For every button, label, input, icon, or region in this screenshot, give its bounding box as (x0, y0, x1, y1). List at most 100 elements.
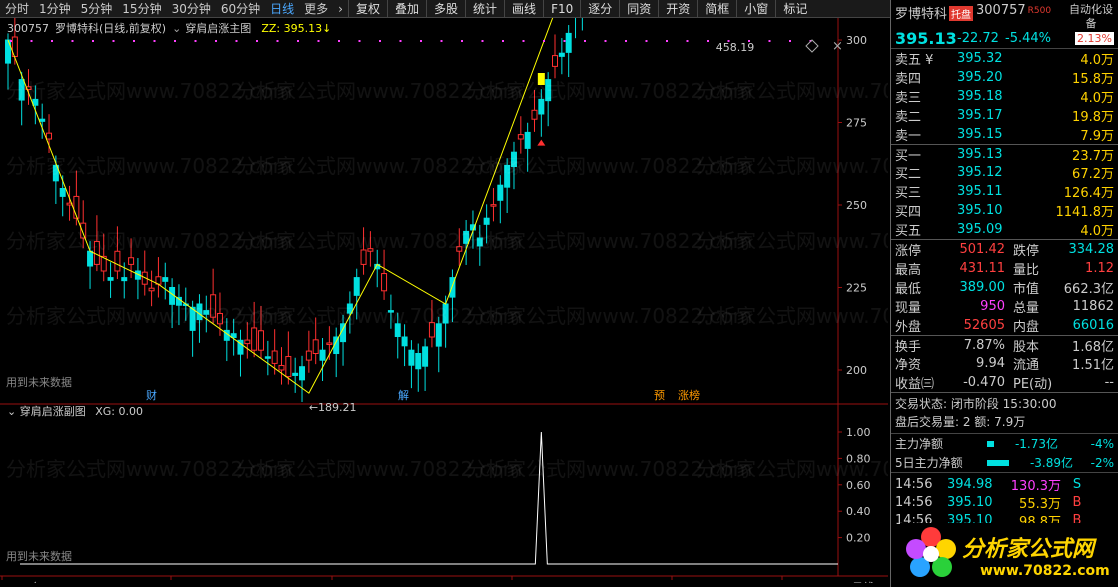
candle-body[interactable] (326, 342, 333, 345)
candle-body[interactable] (490, 204, 497, 207)
orderbook-row[interactable]: 卖一 395.15 7.9万 (891, 125, 1118, 144)
chevron-down-icon[interactable]: ⌄ (172, 22, 181, 35)
candle-body[interactable] (264, 356, 271, 359)
timeframe-0[interactable]: 分时 (0, 0, 34, 18)
candle-body[interactable] (552, 55, 559, 67)
candle-body[interactable] (39, 118, 46, 122)
candle-body[interactable] (162, 277, 169, 282)
candle-body[interactable] (558, 52, 565, 57)
signal-dot (338, 40, 340, 42)
event-marker: 财 (146, 388, 157, 402)
timeframe-7[interactable]: 更多 (299, 0, 333, 18)
flow-label: 5日主力净额 (895, 456, 963, 470)
orderbook-price: 395.11 (957, 184, 1003, 199)
toolbar-button-10[interactable]: 小窗 (736, 0, 775, 18)
toolbar-button-5[interactable]: F10 (543, 0, 580, 18)
orderbook-row[interactable]: 买五 395.09 4.0万 (891, 220, 1118, 239)
orderbook-row[interactable]: 买一 395.13 23.7万 (891, 144, 1118, 164)
candle-body[interactable] (121, 277, 128, 282)
candle-body[interactable] (128, 257, 135, 265)
candle-body[interactable] (257, 330, 264, 351)
candle-body[interactable] (292, 372, 299, 376)
toolbar-button-8[interactable]: 开资 (658, 0, 697, 18)
candle-body[interactable] (312, 339, 319, 354)
zz-value: ZZ: 395.13 (261, 21, 323, 35)
timeframe-2[interactable]: 5分钟 (76, 0, 118, 18)
toolbar-button-0[interactable]: 复权 (347, 0, 387, 18)
signal-dot (789, 40, 791, 42)
orderbook-row[interactable]: 卖三 395.18 4.0万 (891, 87, 1118, 106)
orderbook-row[interactable]: 买四 395.10 1141.8万 (891, 201, 1118, 220)
price-change-pct: -5.44% (1005, 30, 1051, 46)
candle-body[interactable] (401, 336, 408, 347)
timeframe-1[interactable]: 1分钟 (34, 0, 76, 18)
candle-body[interactable] (319, 349, 326, 361)
candle-body[interactable] (517, 134, 524, 140)
order-book: 卖五 ¥395.32 4.0万 卖四 395.20 15.8万 卖三 395.18 4.0万卖… (891, 49, 1118, 240)
candle-body[interactable] (271, 350, 278, 364)
sub-indicator-name[interactable]: 穿肩启涨副图 (20, 405, 86, 418)
tick-row[interactable]: 14:56 395.10 55.3万 B (891, 493, 1118, 512)
tick-row[interactable]: 14:56 394.98 130.3万 S (891, 475, 1118, 494)
signal-dot (768, 40, 771, 42)
toolbar-button-7[interactable]: 同资 (619, 0, 658, 18)
candle-body[interactable] (531, 109, 538, 120)
candle-body[interactable] (278, 365, 285, 371)
toolbar-button-1[interactable]: 叠加 (387, 0, 426, 18)
candle-body[interactable] (422, 346, 429, 367)
flow-value: -3.89亿 (1029, 456, 1073, 470)
candle-body[interactable] (299, 366, 306, 381)
candle-body[interactable] (59, 188, 66, 197)
candle-body[interactable] (46, 132, 53, 140)
candle-body[interactable] (408, 349, 415, 366)
timeframe-3[interactable]: 15分钟 (117, 0, 166, 18)
stat-label: 股本 (1013, 339, 1040, 355)
candle-body[interactable] (87, 250, 94, 267)
candle-body[interactable] (244, 339, 251, 345)
candle-body[interactable] (114, 250, 121, 272)
signal-dot (543, 40, 545, 42)
tick-side: B (1072, 494, 1082, 510)
time-tick-label: 12 (334, 581, 348, 583)
timeframe-5[interactable]: 60分钟 (216, 0, 265, 18)
timeframe-4[interactable]: 30分钟 (167, 0, 216, 18)
orderbook-row[interactable]: 卖四 395.20 15.8万 (891, 68, 1118, 87)
candle-body[interactable] (107, 277, 114, 281)
chevron-down-icon[interactable]: ⌄ (7, 405, 16, 418)
candle-body[interactable] (305, 350, 312, 361)
toolbar-button-4[interactable]: 画线 (504, 0, 543, 18)
orderbook-row[interactable]: 买二 395.12 67.2万 (891, 163, 1118, 182)
signal-dot (10, 40, 12, 42)
toolbar-button-6[interactable]: 逐分 (580, 0, 619, 18)
quote-panel: 罗博特科 托盘 300757 R500 自动化设备 395.13 -22.72 … (890, 0, 1118, 587)
toolbar-button-3[interactable]: 统计 (465, 0, 504, 18)
timeframe-6[interactable]: 日线 (265, 0, 299, 18)
orderbook-row[interactable]: 买三 395.11 126.4万 (891, 182, 1118, 201)
main-indicator-name[interactable]: 穿肩启涨主图 (185, 20, 251, 36)
flower-logo-icon (906, 527, 956, 577)
candle-body[interactable] (353, 277, 360, 296)
toolbar-button-9[interactable]: 简框 (697, 0, 736, 18)
candle-body[interactable] (483, 217, 490, 225)
toolbar-button-2[interactable]: 多股 (426, 0, 465, 18)
candle-body[interactable] (524, 131, 531, 149)
high-label: 458.19 (716, 41, 755, 54)
orderbook-row[interactable]: 卖五 ¥ 395.32 4.0万 (891, 49, 1118, 68)
toolbar-button-11[interactable]: 标记 (775, 0, 814, 18)
candle-body[interactable] (381, 273, 388, 292)
candle-body[interactable] (285, 356, 292, 378)
candle-body[interactable] (148, 287, 155, 292)
orderbook-row[interactable]: 卖二 395.17 19.8万 (891, 106, 1118, 125)
candle-body[interactable] (415, 353, 422, 370)
candle-body[interactable] (251, 327, 258, 351)
tick-list[interactable]: 14:56 394.98 130.3万 S 14:56 395.10 55.3万 B 14:56… (891, 472, 1118, 530)
kline-chart[interactable]: 4504254003753503253002752502252001.000.8… (0, 18, 888, 583)
stat-value: 501.42 (959, 242, 1006, 257)
candle-body[interactable] (497, 184, 504, 201)
xg-value: XG: 0.00 (95, 405, 143, 418)
flow-bar (987, 440, 994, 447)
diamond-icon[interactable] (805, 39, 819, 53)
event-marker: 涨榜 (678, 388, 700, 402)
chevron-right-icon[interactable]: › (333, 0, 348, 18)
industry-label[interactable]: 自动化设备 (1068, 3, 1114, 31)
